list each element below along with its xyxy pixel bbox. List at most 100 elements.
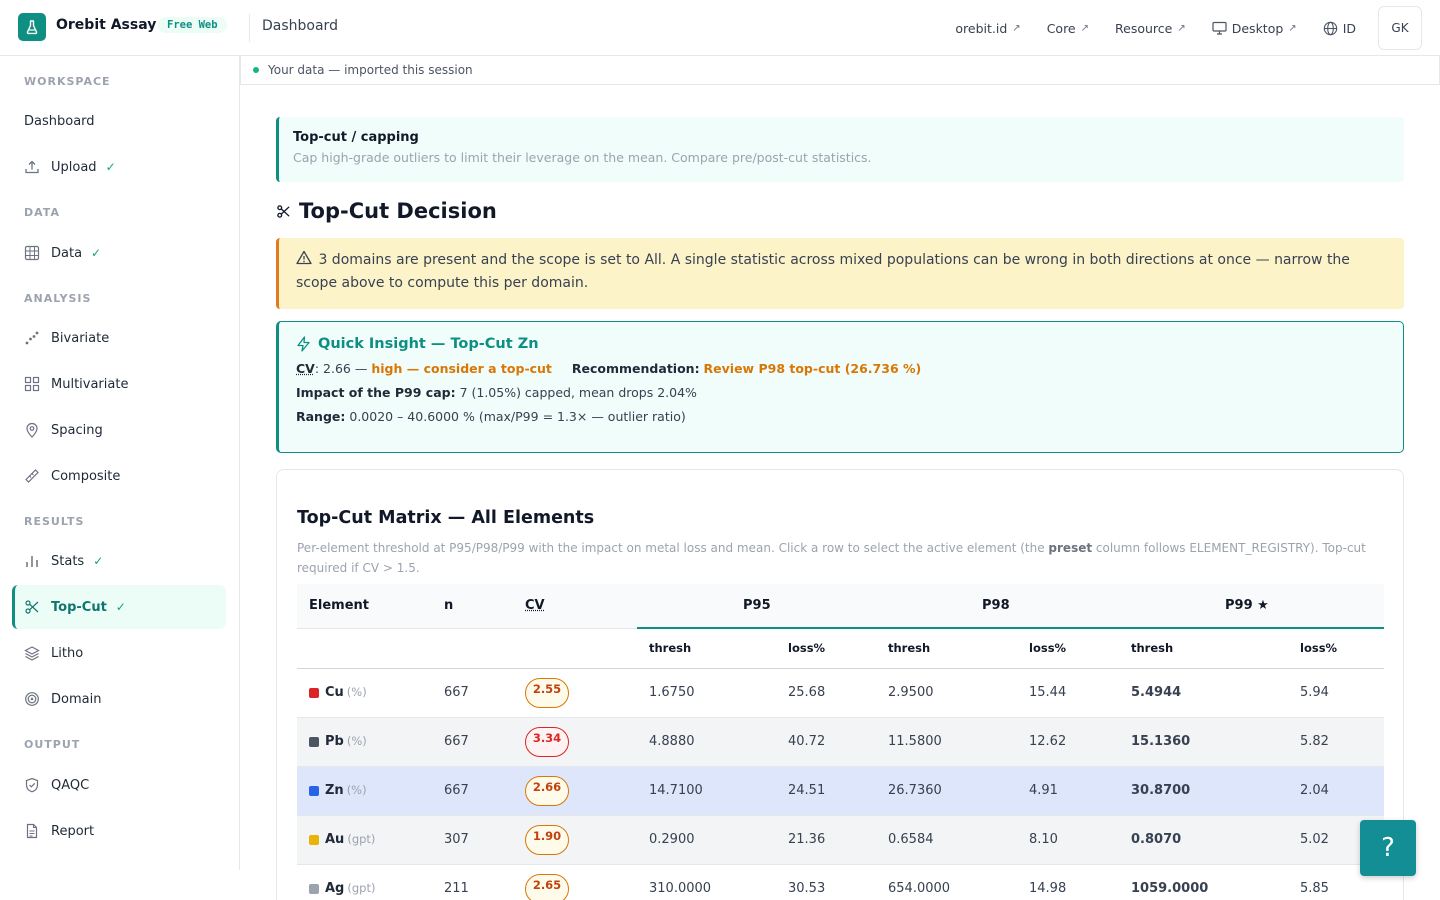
external-arrow-icon: ↗ (1081, 23, 1089, 34)
col-header-n[interactable]: n (444, 584, 525, 628)
nav-link-core[interactable]: Core ↗ (1047, 21, 1089, 36)
cell-cv: 2.65 (525, 864, 637, 900)
sidebar-item-domain[interactable]: Domain (12, 677, 226, 721)
impact-value: 7 (1.05%) capped, mean drops 2.04% (460, 385, 697, 400)
lightning-icon (296, 336, 311, 352)
table-row[interactable]: Pb (%) 667 3.34 4.8880 40.72 11.5800 12.62 15.13… (297, 717, 1384, 766)
sidebar-item-bivariate[interactable]: Bivariate (12, 316, 226, 360)
cell-p98-thresh: 0.6584 (876, 815, 1017, 864)
sidebar-item-stats[interactable]: Stats ✓ (12, 539, 226, 583)
target-icon (24, 691, 40, 707)
sidebar-item-report[interactable]: Report (12, 809, 226, 853)
check-icon: ✓ (91, 246, 101, 260)
sidebar-item-label: Top-Cut (51, 600, 107, 615)
matrix-title: Top-Cut Matrix — All Elements (297, 508, 594, 528)
shield-check-icon (24, 777, 40, 793)
cell-p98-loss: 15.44 (1017, 668, 1119, 717)
cell-element: Au (gpt) (297, 815, 444, 864)
sidebar-item-multivariate[interactable]: Multivariate (12, 362, 226, 406)
element-name: Pb (325, 734, 344, 749)
table-row[interactable]: Cu (%) 667 2.55 1.6750 25.68 2.9500 15.44 5.4944… (297, 668, 1384, 717)
col-header-p98[interactable]: P98 (876, 584, 1119, 628)
brand-name[interactable]: Orebit Assay (56, 17, 156, 33)
header-nav: orebit.id ↗ Core ↗ Resource ↗ Desktop ↗ ID G… (955, 0, 1440, 56)
cell-element: Cu (%) (297, 668, 444, 717)
sidebar-item-label: Stats (51, 554, 84, 569)
subheader-empty (525, 628, 637, 668)
help-button[interactable]: ? (1360, 820, 1416, 876)
flask-logo-icon[interactable] (18, 13, 46, 41)
cell-element: Pb (%) (297, 717, 444, 766)
cell-p99-loss: 5.94 (1284, 668, 1384, 717)
matrix-desc-text: Per-element threshold at P95/P98/P99 wit… (297, 541, 1048, 555)
domain-warning: 3 domains are present and the scope is s… (276, 238, 1404, 309)
subheader-empty (297, 628, 444, 668)
external-arrow-icon: ↗ (1177, 23, 1185, 34)
cv-label: CV (296, 361, 315, 376)
sidebar-item-data[interactable]: Data ✓ (12, 231, 226, 275)
element-color-swatch (309, 737, 319, 747)
warning-triangle-icon (296, 250, 312, 265)
sidebar-section-results: RESULTS (24, 515, 84, 528)
sidebar-item-topcut[interactable]: Top-Cut ✓ (12, 585, 226, 629)
info-subtitle: Cap high-grade outliers to limit their l… (293, 150, 1390, 165)
cell-cv: 2.66 (525, 766, 637, 815)
sidebar-item-upload[interactable]: Upload ✓ (12, 145, 226, 189)
table-row[interactable]: Ag (gpt) 211 2.65 310.0000 30.53 654.0000 14.98… (297, 864, 1384, 900)
nav-link-orebit[interactable]: orebit.id ↗ (955, 21, 1020, 36)
language-switcher[interactable]: ID (1323, 21, 1356, 36)
sidebar-item-composite[interactable]: Composite (12, 454, 226, 498)
cell-p98-thresh: 11.5800 (876, 717, 1017, 766)
cell-p99-thresh: 15.1360 (1119, 717, 1284, 766)
recommendation-label: Recommendation: (572, 361, 700, 376)
topcut-info-box: Top-cut / capping Cap high-grade outlier… (276, 117, 1404, 182)
range-line: Range: 0.0020 – 40.6000 % (max/P99 = 1.3… (296, 409, 1386, 424)
element-color-swatch (309, 884, 319, 894)
header-divider (249, 14, 250, 42)
table-row[interactable]: Zn (%) 667 2.66 14.7100 24.51 26.7360 4.91 30.87… (297, 766, 1384, 815)
cv-badge: 2.55 (525, 678, 569, 708)
scatter-icon (24, 330, 40, 346)
nav-link-label: Desktop (1232, 21, 1284, 36)
sidebar-item-qaqc[interactable]: QAQC (12, 763, 226, 807)
sidebar-item-litho[interactable]: Litho (12, 631, 226, 675)
impact-line: Impact of the P99 cap: 7 (1.05%) capped,… (296, 385, 1386, 400)
col-header-element[interactable]: Element (297, 584, 444, 628)
status-dot (253, 67, 259, 73)
cell-element: Zn (%) (297, 766, 444, 815)
user-avatar[interactable]: GK (1378, 6, 1422, 50)
subheader-p95-thresh: thresh (637, 628, 776, 668)
cell-n: 307 (444, 815, 525, 864)
cell-element: Ag (gpt) (297, 864, 444, 900)
col-header-p95[interactable]: P95 (637, 584, 876, 628)
nav-link-desktop[interactable]: Desktop ↗ (1212, 21, 1297, 36)
cell-p99-thresh: 0.8070 (1119, 815, 1284, 864)
sidebar-item-spacing[interactable]: Spacing (12, 408, 226, 452)
col-header-cv[interactable]: CV (525, 584, 637, 628)
cell-p95-loss: 21.36 (776, 815, 876, 864)
element-unit: (gpt) (347, 832, 375, 846)
sidebar-item-label: Dashboard (24, 114, 95, 129)
topcut-matrix-table: Element n CV P95 P98 P99 ★ thresh loss% … (297, 584, 1384, 900)
cv-value: : 2.66 — (315, 361, 368, 376)
element-unit: (%) (347, 734, 367, 748)
col-header-p99[interactable]: P99 ★ (1119, 584, 1384, 628)
check-icon: ✓ (106, 160, 116, 174)
nav-link-resource[interactable]: Resource ↗ (1115, 21, 1186, 36)
table-row[interactable]: Au (gpt) 307 1.90 0.2900 21.36 0.6584 8.10 0.807… (297, 815, 1384, 864)
section-title-text: Top-Cut Decision (299, 199, 497, 223)
globe-icon (1323, 21, 1338, 36)
matrix-desc-bold: preset (1048, 541, 1092, 555)
cell-p95-loss: 40.72 (776, 717, 876, 766)
data-status-strip: Your data — imported this session (240, 56, 1440, 85)
cell-p95-loss: 25.68 (776, 668, 876, 717)
grid-four-icon (24, 376, 40, 392)
section-title: Top-Cut Decision (276, 199, 497, 223)
quick-insight-title: Quick Insight — Top-Cut Zn (296, 336, 1386, 352)
element-name: Zn (325, 783, 344, 798)
sidebar-section-analysis: ANALYSIS (24, 292, 91, 305)
sidebar-section-data: DATA (24, 206, 60, 219)
sidebar-item-dashboard[interactable]: Dashboard (12, 99, 226, 143)
cell-p99-thresh: 5.4944 (1119, 668, 1284, 717)
subheader-p99-thresh: thresh (1119, 628, 1284, 668)
